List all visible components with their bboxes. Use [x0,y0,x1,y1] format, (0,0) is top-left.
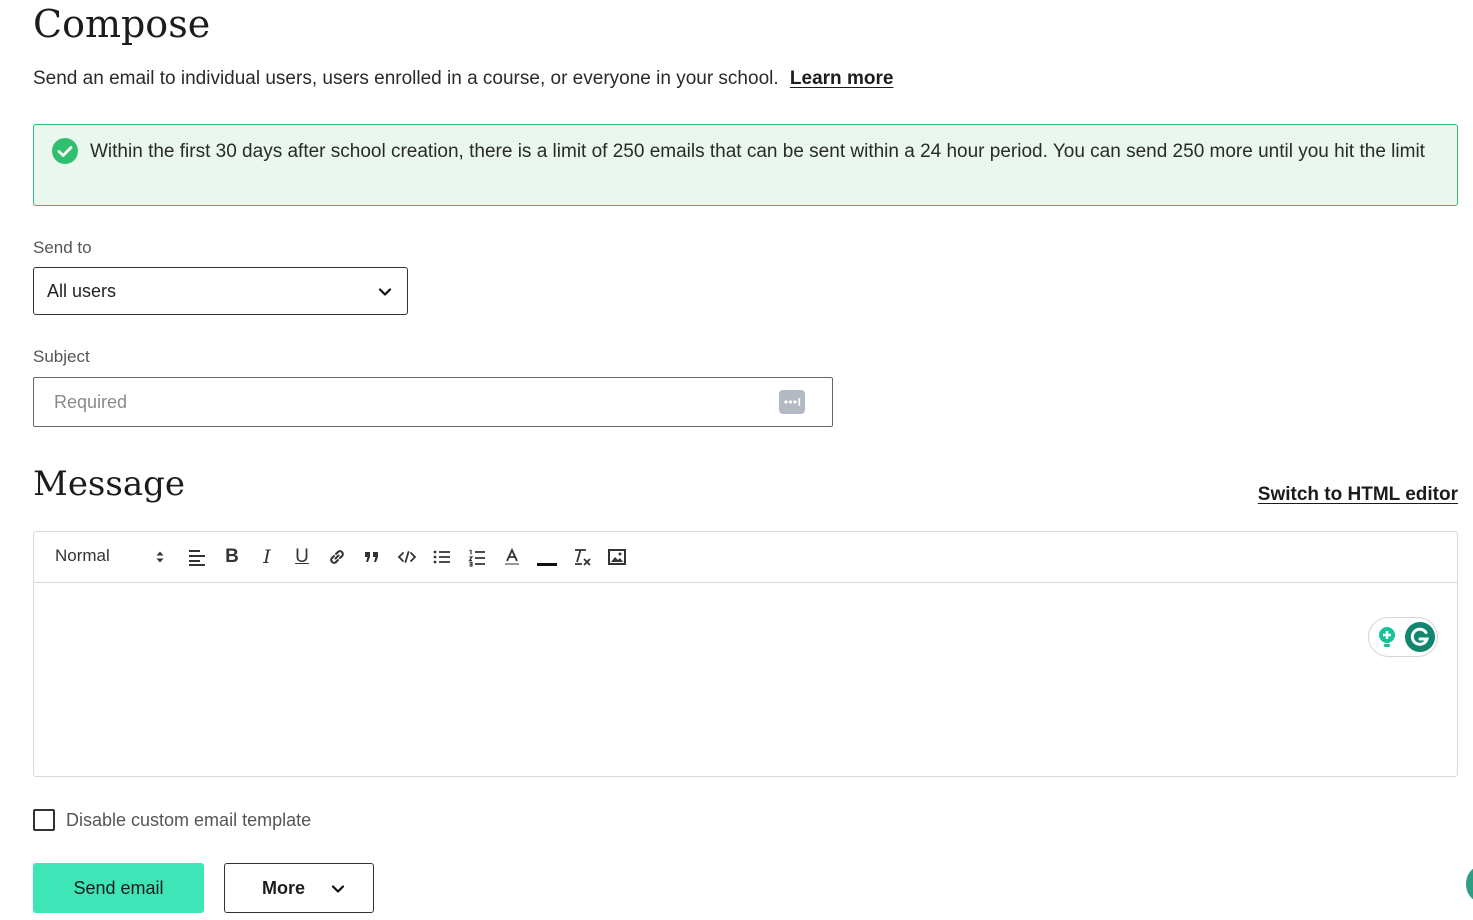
send-to-label: Send to [33,238,92,257]
subtitle-text: Send an email to individual users, users… [33,68,779,89]
more-button-label: More [262,878,306,898]
grammarly-widget[interactable] [1368,617,1438,657]
sort-arrows-icon [156,551,164,563]
clear-formatting-icon[interactable] [570,545,594,569]
suggestion-bulb-icon [1379,627,1395,647]
numbered-list-icon[interactable] [465,545,489,569]
background-color-icon[interactable] [535,545,559,569]
format-select[interactable]: Normal [55,546,165,568]
message-title: Message [33,464,185,504]
send-email-button[interactable]: Send email [33,863,204,913]
subject-field-wrapper [33,377,833,427]
notice-text: Within the first 30 days after school cr… [90,141,1425,162]
link-icon[interactable] [325,545,349,569]
subject-label: Subject [33,347,90,366]
grammarly-icon [1405,622,1435,652]
bold-button[interactable]: B [220,544,244,570]
password-manager-icon[interactable] [779,390,805,414]
bullet-list-icon[interactable] [430,545,454,569]
check-circle-icon [52,138,78,164]
editor-content-area[interactable] [34,584,1457,776]
send-to-value: All users [47,281,117,301]
chevron-down-icon [378,288,392,296]
disable-template-label[interactable]: Disable custom email template [66,810,311,831]
blockquote-icon[interactable] [360,545,384,569]
editor-toolbar: Normal B I U [34,532,1457,583]
more-button[interactable]: More [224,863,374,913]
page-title: Compose [33,2,211,46]
image-icon[interactable] [605,545,629,569]
code-icon[interactable] [395,545,419,569]
email-limit-notice: Within the first 30 days after school cr… [33,124,1458,206]
send-to-select[interactable]: All users [33,267,408,315]
learn-more-link[interactable]: Learn more [790,68,893,89]
subject-input[interactable] [34,378,832,426]
chevron-down-icon [331,885,345,893]
disable-template-checkbox[interactable] [33,809,55,831]
format-select-value: Normal [55,546,110,565]
message-editor: Normal B I U [33,531,1458,777]
italic-button[interactable]: I [255,544,279,570]
chat-bubble-icon[interactable] [1466,866,1473,902]
text-color-icon[interactable] [500,545,524,569]
compose-page: Compose Send an email to individual user… [0,0,1473,920]
switch-to-html-editor-link[interactable]: Switch to HTML editor [1258,484,1458,506]
page-subtitle: Send an email to individual users, users… [33,68,893,90]
underline-button[interactable]: U [290,544,314,570]
align-icon[interactable] [185,545,209,569]
